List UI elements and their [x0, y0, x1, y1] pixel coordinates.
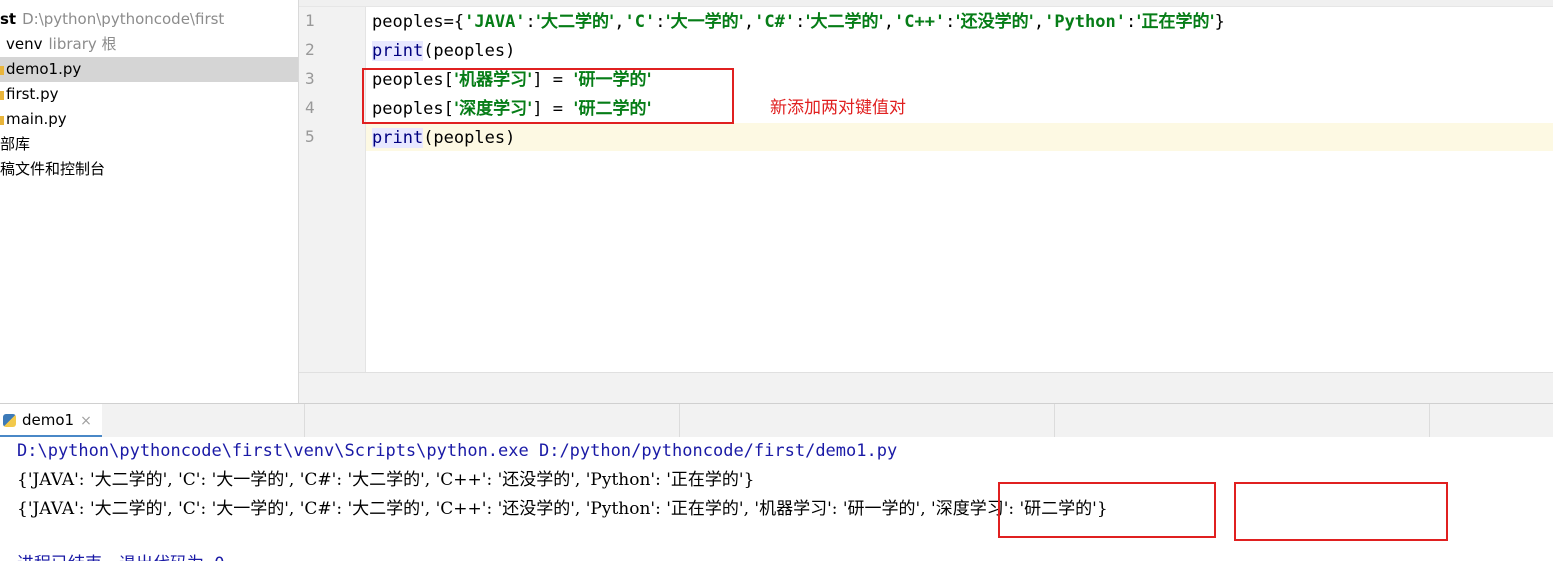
- line-number: 4: [305, 98, 315, 117]
- code-text: :: [945, 12, 956, 32]
- console-text: ,: [920, 499, 932, 519]
- code-text: :: [655, 12, 666, 32]
- python-file-icon: [0, 116, 4, 125]
- tree-item-label: 稿文件和控制台: [0, 160, 106, 178]
- tree-project-root[interactable]: st D:\python\pythoncode\first: [0, 7, 298, 32]
- line-number: 2: [305, 40, 315, 59]
- editor-breadcrumb-bar: [299, 372, 1553, 403]
- string-literal: '还没学的': [955, 12, 1034, 32]
- line-number: 5: [305, 127, 315, 146]
- code-editor[interactable]: 1 2 3 4 5 peoples={'JAVA':'大二学的','C':'大一…: [299, 0, 1553, 403]
- string-literal: '大二学的': [535, 12, 615, 32]
- console-output-line: {'JAVA': '大二学的', 'C': '大一学的', 'C#': '大二学…: [17, 466, 754, 495]
- string-literal: 'Python': [1044, 12, 1126, 32]
- annotation-box-pair-1: [998, 482, 1216, 538]
- tree-item-main[interactable]: main.py: [0, 107, 298, 132]
- console-command-line: D:\python\pythoncode\first\venv\Scripts\…: [17, 441, 898, 461]
- console-text: {'JAVA': '大二学的', 'C': '大一学的', 'C#': '大二学…: [17, 470, 755, 490]
- tree-item-label: venv: [6, 35, 43, 53]
- annotation-box-pair-2: [1234, 482, 1448, 541]
- console-text: {'JAVA': '大二学的', 'C': '大一学的', 'C#': '大二学…: [17, 499, 755, 519]
- string-literal: 'C++': [893, 12, 946, 32]
- code-text: peoples={: [372, 12, 465, 32]
- code-text: :: [1125, 12, 1137, 32]
- code-text: ,: [883, 12, 894, 32]
- python-icon: [3, 414, 16, 427]
- code-text: (peoples): [423, 41, 516, 61]
- python-file-icon: [0, 66, 4, 75]
- annotation-box-new-pairs: [362, 68, 734, 124]
- console-output-line: {'JAVA': '大二学的', 'C': '大一学的', 'C#': '大二学…: [17, 495, 1108, 524]
- code-line-5[interactable]: print(peoples): [372, 124, 515, 152]
- code-text: (peoples): [423, 128, 516, 148]
- string-literal: '大一学的': [665, 12, 744, 32]
- tree-item-label: first.py: [6, 85, 59, 103]
- project-path: D:\python\pythoncode\first: [22, 10, 225, 28]
- console-text: '机器学习': '研一学的': [754, 499, 921, 519]
- tree-item-first[interactable]: first.py: [0, 82, 298, 107]
- run-tool-tabbar: demo1 ×: [0, 403, 1553, 438]
- tab-divider: [304, 404, 305, 437]
- tab-divider: [1429, 404, 1430, 437]
- tree-item-demo1[interactable]: demo1.py: [0, 57, 298, 82]
- code-text: ,: [614, 12, 625, 32]
- code-text: }: [1214, 12, 1225, 32]
- tree-item-venv[interactable]: venv library 根: [0, 32, 298, 57]
- string-literal: 'C': [624, 12, 656, 32]
- project-tree: st D:\python\pythoncode\first venv library…: [0, 0, 299, 403]
- string-literal: 'C#': [754, 12, 796, 32]
- python-file-icon: [0, 91, 4, 100]
- line-number-gutter: 1 2 3 4 5: [299, 0, 366, 372]
- code-text: ,: [1033, 12, 1045, 32]
- code-text: :: [795, 12, 806, 32]
- editor-top-edge: [299, 0, 1553, 7]
- tab-divider: [679, 404, 680, 437]
- run-tab-demo1[interactable]: demo1 ×: [0, 404, 102, 437]
- builtin-function: print: [372, 128, 424, 148]
- builtin-function: print: [372, 41, 424, 61]
- code-line-1[interactable]: peoples={'JAVA':'大二学的','C':'大一学的','C#':'…: [372, 8, 1225, 36]
- tab-divider: [1054, 404, 1055, 437]
- tree-item-label: main.py: [6, 110, 67, 128]
- code-text: ,: [743, 12, 755, 32]
- line-number: 1: [305, 11, 315, 30]
- string-literal: '大二学的': [805, 12, 884, 32]
- tree-item-label: 部库: [0, 135, 31, 153]
- string-literal: '正在学的': [1136, 12, 1215, 32]
- close-icon[interactable]: ×: [80, 413, 92, 429]
- tree-item-label: demo1.py: [6, 60, 82, 78]
- annotation-label: 新添加两对键值对: [770, 98, 906, 118]
- code-text: :: [525, 12, 536, 32]
- library-root-suffix: library 根: [48, 35, 117, 53]
- run-tab-label: demo1: [22, 411, 75, 429]
- code-line-2[interactable]: print(peoples): [372, 37, 515, 65]
- line-number: 3: [305, 69, 315, 88]
- tree-item-external-libraries[interactable]: 部库: [0, 132, 298, 157]
- tree-item-scratches[interactable]: 稿文件和控制台: [0, 157, 298, 182]
- string-literal: 'JAVA': [464, 12, 526, 32]
- project-name: st: [0, 10, 17, 28]
- console-exit-line: 进程已结束，退出代码为 0: [17, 550, 224, 561]
